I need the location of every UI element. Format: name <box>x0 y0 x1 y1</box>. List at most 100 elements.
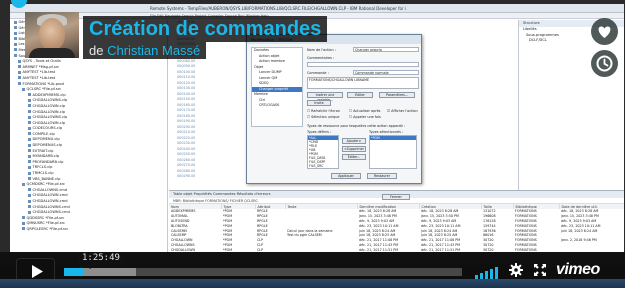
tree-item-icon <box>28 171 31 175</box>
tree-item-icon <box>28 210 31 214</box>
tree-item-icon <box>28 110 31 113</box>
tree-item-label: DEPOMENU.clp <box>32 137 60 142</box>
tree-item-icon <box>28 177 31 181</box>
tree-item-icon <box>28 160 31 164</box>
tree-item-icon <box>28 115 31 119</box>
progress-bar[interactable] <box>64 268 462 276</box>
tree-item-label: CHGDALLOWN.clp <box>32 103 66 108</box>
parameters-button[interactable]: Paramètres... <box>379 92 415 98</box>
action-dialog[interactable]: Modification : TEST26 DonnéesAction obje… <box>246 34 422 184</box>
action-name-field[interactable]: Changer proprio <box>353 47 419 52</box>
check-call-once[interactable]: ☐ Appeler une fois <box>349 115 381 119</box>
fullscreen-icon <box>534 264 546 276</box>
author-avatar[interactable] <box>25 12 79 58</box>
author-name[interactable]: Christian Massé <box>107 43 200 58</box>
tree-item-icon <box>28 199 31 203</box>
tree-item-icon <box>28 149 31 153</box>
remove-type-button[interactable]: <Supprimer <box>342 146 366 152</box>
os-taskbar <box>0 279 625 288</box>
types-selected-list[interactable]: *PGM <box>369 135 417 169</box>
clock-icon <box>596 55 613 72</box>
dialog-tree[interactable]: Données Action objet Action membre Objet Lan… <box>251 47 303 127</box>
tree-item-icon <box>28 188 31 192</box>
tree-item-label: COMPILE.clp <box>32 131 55 136</box>
tree-item-label: DEPOMENUS.clp <box>32 143 62 148</box>
tree-item-icon <box>28 143 31 147</box>
tree-item-icon <box>28 98 31 102</box>
edit-command-button[interactable]: Éditer <box>347 92 373 98</box>
volume-control[interactable] <box>475 265 499 279</box>
tree-item-icon <box>28 193 31 197</box>
video-title-box[interactable]: Création de commandes <box>83 16 328 42</box>
objects-table: Nom Type Attribut Texte Dernière modificatio… <box>169 204 624 252</box>
tree-item-icon <box>18 76 21 80</box>
tree-item-label: CHGDALLOWNS.clp <box>32 98 68 103</box>
tree-item-label: CHGDALLOWNS.cmd <box>32 210 70 215</box>
command-label: Commande : <box>307 71 329 75</box>
video-player[interactable]: Remote Systems - TempFiles/AUBERON/QSYS.… <box>0 0 625 288</box>
dialog-tree-item[interactable]: CRTLOGASK <box>252 103 302 109</box>
video-title[interactable]: Création de commandes <box>89 18 321 40</box>
tree-item-label: QCMDSRC *File-pf-src <box>26 182 65 187</box>
tree-item-label: FORMATIONS *Lib-prod <box>22 81 64 86</box>
tree-item-label: CHGDALLOWN.clp <box>32 120 66 125</box>
tree-item-label: ANYTEST *Lib-test <box>22 75 56 80</box>
types-defined-label: Types définis : <box>307 130 332 134</box>
tree-item-icon <box>28 93 31 97</box>
command-mode-select[interactable]: Commande normale <box>353 70 419 75</box>
check-refresh-after[interactable]: ☐ Actualiser après <box>349 109 380 113</box>
tree-item-label: QMNUSRC *File-pf-src <box>26 221 66 226</box>
tree-item-label: CHGDALLOWN.clp <box>32 109 66 114</box>
insert-variable-button[interactable]: Insérer une variable... <box>307 92 343 102</box>
tree-item-label: QRPGLESRC *File-pf-src <box>26 226 69 231</box>
tree-item-icon <box>22 216 25 220</box>
check-single-selection[interactable]: ☐ Sélection unique <box>307 115 339 119</box>
restore-button[interactable]: Restaurer <box>367 173 397 179</box>
settings-button[interactable] <box>508 262 524 278</box>
tree-item-label: PROFANDARB.clp <box>32 159 64 164</box>
tree-item-icon <box>28 137 31 141</box>
watch-later-button[interactable] <box>591 50 618 77</box>
apply-button[interactable]: Appliquer <box>331 173 361 179</box>
tree-item-label: CHGALLOWNS.cmd <box>32 187 68 192</box>
tree-item-label: CHGDALLOWNS.cmd <box>32 204 70 209</box>
tree-item-icon <box>18 65 21 69</box>
tree-item-label: EXTRAIT.clp <box>32 148 54 153</box>
tree-item-icon <box>22 87 25 91</box>
fullscreen-button[interactable] <box>532 262 548 278</box>
tree-item-label: MYANDARB.clp <box>32 154 60 159</box>
close-button[interactable]: Fermer <box>382 194 410 200</box>
tree-item-label: QDDSSRC *File-pf-src <box>26 215 65 220</box>
tree-item-label: ADDEXPIMEMS.clp <box>32 92 66 97</box>
tree-item-label: TRFCLS.clp <box>32 165 53 170</box>
action-name-label: Nom de l'action : <box>307 48 336 52</box>
command-field[interactable]: FORMATIONS/CHGALLOWN LIBNAME <box>307 77 419 89</box>
tree-item-label: ARMNET *Msg-pf-src <box>22 64 60 69</box>
video-byline[interactable]: de Christian Massé <box>83 42 207 59</box>
timecode-tooltip: 1:25:49 <box>78 252 124 269</box>
line-number: 000290.00 <box>177 174 196 178</box>
tree-item-icon <box>18 59 21 63</box>
tree-item-icon <box>18 82 21 86</box>
types-selected-item[interactable]: *PGM <box>370 136 416 140</box>
comment-field[interactable] <box>307 62 419 67</box>
like-button[interactable] <box>591 18 618 45</box>
add-type-button[interactable]: Ajouter> <box>342 138 366 144</box>
progress-played <box>64 268 84 276</box>
tree-item-icon <box>22 221 25 225</box>
types-defined-list[interactable]: *ALL *CMD *FILE *LIB *PGM FILE_DATA FILE_DSPF F… <box>307 135 339 169</box>
types-defined-item[interactable]: FILE_SRC <box>308 164 338 168</box>
tree-item[interactable]: QRPGLESRC *File-pf-src <box>10 227 167 233</box>
tree-item-label: VBS_BANNE.clp <box>32 176 61 181</box>
prompt-button[interactable]: Invite <box>307 100 331 106</box>
check-show-action[interactable]: ☑ Afficher l'action <box>387 109 418 113</box>
tree-item-icon <box>28 154 31 158</box>
tree-item-label: CODECOURS.clp <box>32 126 63 131</box>
tree-item-label: ANYTEST *Lib-test <box>22 70 56 75</box>
vimeo-logo[interactable]: vimeo <box>556 260 600 280</box>
tree-item-icon <box>28 126 31 130</box>
tree-item-label: CHGDALLOWNS.clp <box>32 115 68 120</box>
check-refresh[interactable]: ☐ Rafraîchir l'écran <box>307 109 340 113</box>
edit-type-button[interactable]: Éditer... <box>342 154 366 160</box>
tree-item-label: TRMCLS.clp <box>32 171 54 176</box>
